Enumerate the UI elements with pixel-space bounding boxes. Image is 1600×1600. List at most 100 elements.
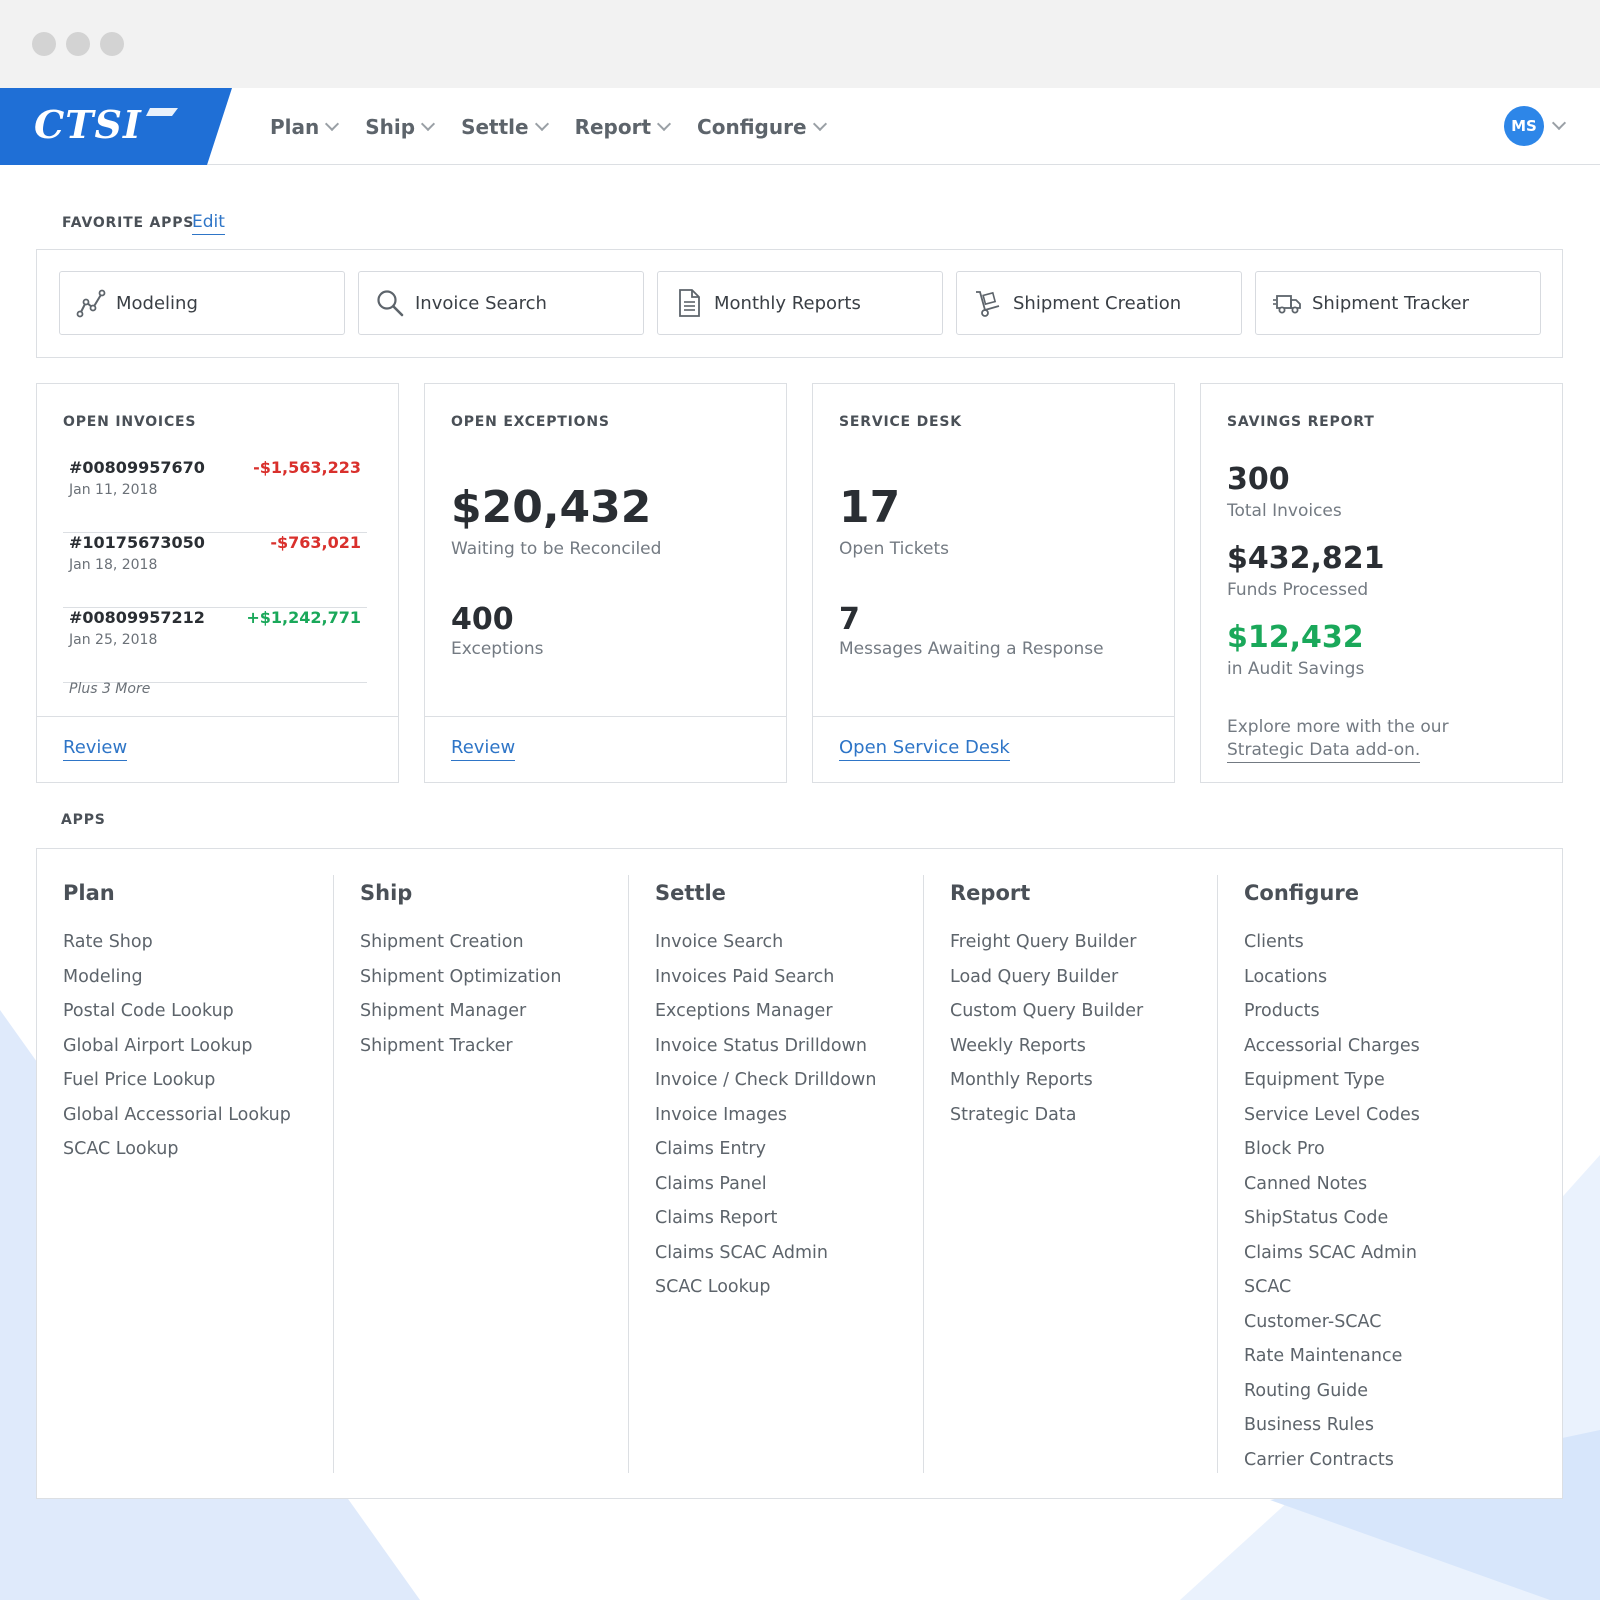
- edit-favorites-link[interactable]: Edit: [192, 212, 225, 235]
- chevron-down-icon: [325, 116, 340, 131]
- app-link[interactable]: Modeling: [63, 960, 291, 995]
- invoice-row[interactable]: #00809957670 Jan 11, 2018 -$1,563,223: [63, 458, 367, 533]
- app-link[interactable]: Shipment Tracker: [360, 1029, 561, 1064]
- document-icon: [679, 289, 700, 317]
- app-link[interactable]: Global Airport Lookup: [63, 1029, 291, 1064]
- nav-settle[interactable]: Settle: [461, 115, 549, 139]
- app-link[interactable]: Exceptions Manager: [655, 994, 876, 1029]
- chevron-down-icon: [656, 116, 672, 131]
- app-link[interactable]: Products: [1244, 994, 1420, 1029]
- app-link[interactable]: Claims Report: [655, 1201, 876, 1236]
- app-link[interactable]: Equipment Type: [1244, 1063, 1420, 1098]
- invoice-number: #00809957212: [69, 608, 205, 627]
- app-list: Rate Shop Modeling Postal Code Lookup Gl…: [63, 925, 291, 1167]
- favorite-tile-label: Monthly Reports: [714, 292, 861, 314]
- card-title: SERVICE DESK: [839, 414, 962, 430]
- window-close-button[interactable]: [32, 32, 56, 56]
- app-link[interactable]: Claims SCAC Admin: [655, 1236, 876, 1271]
- card-footer: Review: [425, 716, 786, 782]
- app-link[interactable]: Clients: [1244, 925, 1420, 960]
- nav-report[interactable]: Report: [575, 115, 672, 139]
- savings-report-card: SAVINGS REPORT 300 Total Invoices $432,8…: [1200, 383, 1563, 783]
- more-invoices-note: Plus 3 More: [69, 681, 151, 697]
- exceptions-amount: $20,432: [451, 482, 652, 533]
- favorite-tile-monthly-reports[interactable]: Monthly Reports: [657, 271, 943, 335]
- app-link[interactable]: SCAC Lookup: [655, 1270, 876, 1305]
- truck-icon: [1273, 295, 1301, 314]
- app-link[interactable]: SCAC Lookup: [63, 1132, 291, 1167]
- app-link[interactable]: Locations: [1244, 960, 1420, 995]
- messages-label: Messages Awaiting a Response: [839, 639, 1104, 659]
- app-link[interactable]: Custom Query Builder: [950, 994, 1143, 1029]
- app-link[interactable]: Postal Code Lookup: [63, 994, 291, 1029]
- service-desk-card: SERVICE DESK 17 Open Tickets 7 Messages …: [812, 383, 1175, 783]
- open-invoices-card: OPEN INVOICES #00809957670 Jan 11, 2018 …: [36, 383, 399, 783]
- app-link[interactable]: Customer-SCAC: [1244, 1305, 1420, 1340]
- review-exceptions-link[interactable]: Review: [451, 737, 516, 761]
- app-link[interactable]: Claims Entry: [655, 1132, 876, 1167]
- app-link[interactable]: Canned Notes: [1244, 1167, 1420, 1202]
- app-link[interactable]: Strategic Data: [950, 1098, 1143, 1133]
- funds-processed-label: Funds Processed: [1227, 580, 1369, 600]
- app-link[interactable]: Business Rules: [1244, 1408, 1420, 1443]
- user-menu-chevron-icon[interactable]: [1551, 115, 1567, 131]
- strategic-data-addon-link[interactable]: Strategic Data add-on.: [1227, 740, 1421, 763]
- invoice-row[interactable]: #10175673050 Jan 18, 2018 -$763,021: [63, 533, 367, 608]
- window-minimize-button[interactable]: [66, 32, 90, 56]
- app-link[interactable]: Block Pro: [1244, 1132, 1420, 1167]
- app-link[interactable]: Monthly Reports: [950, 1063, 1143, 1098]
- strategic-data-promo-text: Explore more with the our: [1227, 717, 1449, 737]
- nav-plan[interactable]: Plan: [270, 115, 340, 139]
- user-avatar[interactable]: MS: [1504, 106, 1544, 146]
- favorite-tile-label: Shipment Tracker: [1312, 292, 1469, 314]
- invoice-date: Jan 18, 2018: [69, 557, 158, 573]
- favorite-tile-shipment-creation[interactable]: Shipment Creation: [956, 271, 1242, 335]
- app-link[interactable]: Invoice Images: [655, 1098, 876, 1133]
- invoice-number: #10175673050: [69, 533, 205, 552]
- card-footer: Open Service Desk: [813, 716, 1174, 782]
- nav-configure[interactable]: Configure: [697, 115, 827, 139]
- app-link[interactable]: Service Level Codes: [1244, 1098, 1420, 1133]
- invoice-number: #00809957670: [69, 458, 205, 477]
- app-link[interactable]: Fuel Price Lookup: [63, 1063, 291, 1098]
- apps-column-ship: Ship Shipment Creation Shipment Optimiza…: [334, 875, 629, 1473]
- app-link[interactable]: Global Accessorial Lookup: [63, 1098, 291, 1133]
- brand-logo[interactable]: CTSI: [0, 88, 232, 165]
- app-link[interactable]: Shipment Creation: [360, 925, 561, 960]
- app-link[interactable]: Freight Query Builder: [950, 925, 1143, 960]
- app-link[interactable]: Routing Guide: [1244, 1374, 1420, 1409]
- app-link[interactable]: ShipStatus Code: [1244, 1201, 1420, 1236]
- chevron-down-icon: [812, 116, 827, 131]
- invoice-row[interactable]: #00809957212 Jan 25, 2018 +$1,242,771: [63, 608, 367, 683]
- app-link[interactable]: Carrier Contracts: [1244, 1443, 1420, 1478]
- top-navigation: CTSI Plan Ship Settle Report Configure M…: [0, 88, 1600, 165]
- app-link[interactable]: Claims SCAC Admin: [1244, 1236, 1420, 1271]
- nav-ship[interactable]: Ship: [365, 115, 436, 139]
- apps-column-configure: Configure Clients Locations Products Acc…: [1218, 875, 1558, 1473]
- app-link[interactable]: Shipment Manager: [360, 994, 561, 1029]
- app-link[interactable]: Rate Maintenance: [1244, 1339, 1420, 1374]
- app-link[interactable]: Accessorial Charges: [1244, 1029, 1420, 1064]
- app-link[interactable]: SCAC: [1244, 1270, 1420, 1305]
- favorite-tile-modeling[interactable]: Modeling: [59, 271, 345, 335]
- apps-column-report: Report Freight Query Builder Load Query …: [924, 875, 1218, 1473]
- app-link[interactable]: Rate Shop: [63, 925, 291, 960]
- review-invoices-link[interactable]: Review: [63, 737, 128, 761]
- open-service-desk-link[interactable]: Open Service Desk: [839, 737, 1010, 761]
- favorite-tile-invoice-search[interactable]: Invoice Search: [358, 271, 644, 335]
- app-link[interactable]: Invoice / Check Drilldown: [655, 1063, 876, 1098]
- favorite-tile-shipment-tracker[interactable]: Shipment Tracker: [1255, 271, 1541, 335]
- audit-savings-label: in Audit Savings: [1227, 659, 1365, 679]
- app-link[interactable]: Invoice Search: [655, 925, 876, 960]
- app-link[interactable]: Shipment Optimization: [360, 960, 561, 995]
- app-link[interactable]: Weekly Reports: [950, 1029, 1143, 1064]
- app-link[interactable]: Invoice Status Drilldown: [655, 1029, 876, 1064]
- app-link[interactable]: Invoices Paid Search: [655, 960, 876, 995]
- favorite-tile-label: Modeling: [116, 292, 198, 314]
- window-maximize-button[interactable]: [100, 32, 124, 56]
- app-link[interactable]: Claims Panel: [655, 1167, 876, 1202]
- favorite-apps-panel: Modeling Invoice Search Monthly Reports …: [36, 249, 1563, 358]
- logo-text: CTSI: [34, 102, 142, 147]
- modeling-icon: [76, 289, 106, 318]
- app-link[interactable]: Load Query Builder: [950, 960, 1143, 995]
